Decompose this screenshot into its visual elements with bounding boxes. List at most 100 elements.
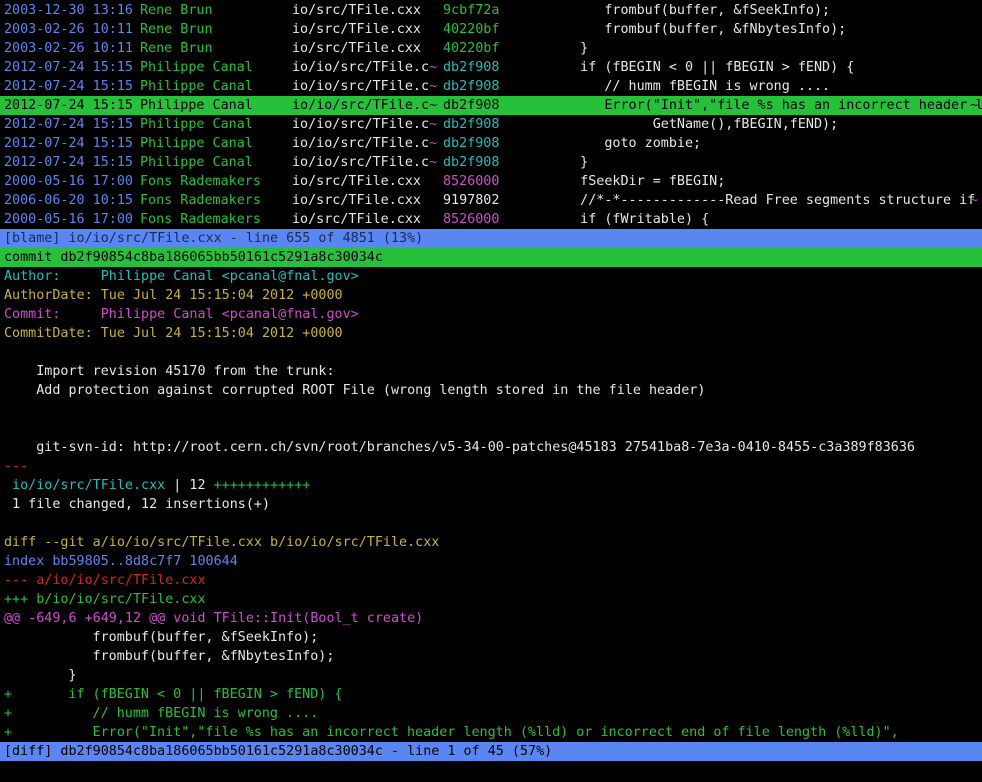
diffstat-plus: ++++++++++++ — [213, 478, 311, 493]
blame-file: io/src/TFile.cxx — [292, 191, 421, 210]
blame-hash[interactable]: 40220bf — [443, 39, 499, 58]
blame-status-bar: [blame] io/io/src/TFile.cxx - line 655 o… — [0, 229, 982, 248]
blame-hash[interactable]: 40220bf — [443, 20, 499, 39]
blame-file: io/io/src/TFile.c~ — [292, 115, 437, 134]
blame-row[interactable]: 2012-07-24 15:15 Philippe Canal io/io/src/… — [0, 134, 982, 153]
blame-date: 2012-07-24 15:15 — [4, 60, 133, 75]
diff-header-text: diff --git a/io/io/src/TFile.cxx b/io/io… — [4, 535, 440, 550]
blame-row[interactable]: 2000-05-16 17:00 Fons Rademakers io/src/TF… — [0, 210, 982, 229]
blame-date: 2000-05-16 17:00 — [4, 212, 133, 227]
blame-hash[interactable]: db2f908 — [443, 77, 499, 96]
diffstat-line[interactable]: io/io/src/TFile.cxx | 12 ++++++++++++ — [0, 476, 982, 495]
blame-author: Rene Brun — [140, 41, 213, 56]
blame-file: io/io/src/TFile.c~ — [292, 134, 437, 153]
commit-message-text-1: Import revision 45170 from the trunk: — [4, 364, 335, 379]
blame-author: Rene Brun — [140, 3, 213, 18]
diff-header-line[interactable]: diff --git a/io/io/src/TFile.cxx b/io/io… — [0, 533, 982, 552]
authordate-line: AuthorDate: Tue Jul 24 15:15:04 2012 +00… — [0, 286, 982, 305]
blame-file-name: io/src/TFile.cxx — [292, 41, 421, 56]
commitdate-line: CommitDate: Tue Jul 24 15:15:04 2012 +00… — [0, 324, 982, 343]
blame-row[interactable]: 2000-05-16 17:00 Fons Rademakers io/src/TF… — [0, 172, 982, 191]
diff-prefix — [4, 666, 12, 685]
diffstat-count: | 12 — [165, 478, 214, 493]
blame-row[interactable]: 2003-12-30 13:16 Rene Brun io/src/TFile.cx… — [0, 1, 982, 20]
blame-date: 2012-07-24 15:15 — [4, 98, 133, 113]
author-label: Author: — [4, 269, 101, 284]
diff-index-line: index bb59805..8d8c7f7 100644 — [0, 552, 982, 571]
blame-date: 2012-07-24 15:15 — [4, 136, 133, 151]
blame-hash[interactable]: db2f908 — [443, 58, 499, 77]
blame-row[interactable]: 2003-02-26 10:11 Rene Brun io/src/TFile.cx… — [0, 39, 982, 58]
blame-hash[interactable]: db2f908 — [443, 115, 499, 134]
blame-row[interactable]: 2003-02-26 10:11 Rene Brun io/src/TFile.cx… — [0, 20, 982, 39]
blame-date: 2006-06-20 10:15 — [4, 193, 133, 208]
blame-hash[interactable]: 8526000 — [443, 210, 499, 229]
blame-file-name: io/src/TFile.cxx — [292, 22, 421, 37]
commit-committer-line: Commit: Philippe Canal <pcanal@fnal.gov> — [0, 305, 982, 324]
blame-code: goto zombie; — [556, 136, 702, 151]
blame-date: 2012-07-24 15:15 — [4, 79, 133, 94]
blame-row[interactable]: 2012-07-24 15:15 Philippe Canal io/io/src/… — [0, 58, 982, 77]
blame-file-name: io/src/TFile.cxx — [292, 174, 421, 189]
diff-prefix: + — [4, 687, 13, 702]
blame-date: 2000-05-16 17:00 — [4, 174, 133, 189]
blame-hash[interactable]: db2f908 — [443, 134, 499, 153]
blame-hash[interactable]: 9cbf72a — [443, 1, 499, 20]
blame-file-name: io/src/TFile.cxx — [292, 3, 421, 18]
diff-prefix: + — [4, 725, 13, 740]
blame-file: io/src/TFile.cxx — [292, 39, 421, 58]
authordate-label: AuthorDate: — [4, 288, 101, 303]
blame-code: Error("Init","file %s has an incorrect h… — [556, 98, 982, 113]
blame-file-name: io/io/src/TFile.c — [292, 60, 430, 75]
commit-label: Commit: — [4, 307, 101, 322]
diff-text: // humm fBEGIN is wrong .... — [20, 706, 319, 721]
diffstat-summary-text: 1 file changed, 12 insertions(+) — [4, 497, 271, 512]
diff-text: frombuf(buffer, &fSeekInfo); — [20, 630, 319, 645]
separator-text: --- — [4, 459, 29, 474]
diff-prefix: + — [4, 706, 13, 721]
blame-file-name: io/src/TFile.cxx — [292, 212, 421, 227]
git-svn-id-text: git-svn-id: http://root.cern.ch/svn/root… — [4, 440, 915, 455]
diff-status-text: [diff] db2f90854c8ba186065bb50161c5291a8… — [4, 744, 553, 759]
commit-message-text-2: Add protection against corrupted ROOT Fi… — [4, 383, 706, 398]
diff-text: } — [20, 668, 77, 683]
blame-code: frombuf(buffer, &fNbytesInfo); — [556, 22, 847, 37]
blame-code: GetName(),fBEGIN,fEND); — [556, 117, 839, 132]
diff-index-text: index bb59805..8d8c7f7 100644 — [4, 554, 238, 569]
blame-row[interactable]: 2006-06-20 10:15 Fons Rademakers io/src/TF… — [0, 191, 982, 210]
authordate-value: Tue Jul 24 15:15:04 2012 +0000 — [100, 288, 343, 303]
blame-hash[interactable]: 8526000 — [443, 172, 499, 191]
diff-line: + if (fBEGIN < 0 || fBEGIN > fEND) { — [0, 685, 982, 704]
blame-code: fSeekDir = fBEGIN; — [556, 174, 726, 189]
blame-hash[interactable]: db2f908 — [443, 153, 499, 172]
blame-status-text: [blame] io/io/src/TFile.cxx - line 655 o… — [4, 231, 424, 246]
hunk-header-line[interactable]: @@ -649,6 +649,12 @@ void TFile::Init(Bo… — [0, 609, 982, 628]
blame-row[interactable]: 2012-07-24 15:15 Philippe Canal io/io/src/… — [0, 115, 982, 134]
diff-line: + Error("Init","file %s has an incorrect… — [0, 723, 982, 742]
line-overflow-marker: ~ — [969, 98, 978, 113]
git-svn-id-line: git-svn-id: http://root.cern.ch/svn/root… — [0, 438, 982, 457]
commit-hash-text: commit db2f90854c8ba186065bb50161c5291a8… — [4, 250, 383, 265]
diff-line: + // humm fBEGIN is wrong .... — [0, 704, 982, 723]
diff-minus-file-text: --- a/io/io/src/TFile.cxx — [4, 573, 206, 588]
diff-line: frombuf(buffer, &fNbytesInfo); — [0, 647, 982, 666]
separator-line: --- — [0, 457, 982, 476]
blame-author: Philippe Canal — [140, 117, 253, 132]
diffstat-summary-line: 1 file changed, 12 insertions(+) — [0, 495, 982, 514]
blame-file: io/src/TFile.cxx — [292, 210, 421, 229]
blame-file-name: io/io/src/TFile.c — [292, 117, 430, 132]
line-overflow-marker: ~ — [969, 193, 978, 208]
blame-code: } — [556, 41, 589, 56]
blame-hash[interactable]: 9197802 — [443, 191, 499, 210]
blame-author: Fons Rademakers — [140, 193, 261, 208]
diffstat-file[interactable]: io/io/src/TFile.cxx — [4, 478, 165, 493]
commitdate-value: Tue Jul 24 15:15:04 2012 +0000 — [100, 326, 343, 341]
commit-line[interactable]: commit db2f90854c8ba186065bb50161c5291a8… — [0, 248, 982, 267]
blame-row-selected[interactable]: 2012-07-24 15:15 Philippe Canal io/io/src/… — [0, 96, 982, 115]
diff-text: frombuf(buffer, &fNbytesInfo); — [20, 649, 335, 664]
blame-code: if (fBEGIN < 0 || fBEGIN > fEND) { — [556, 60, 855, 75]
diff-line: frombuf(buffer, &fSeekInfo); — [0, 628, 982, 647]
blame-hash[interactable]: db2f908 — [443, 96, 499, 115]
blame-row[interactable]: 2012-07-24 15:15 Philippe Canal io/io/src/… — [0, 153, 982, 172]
blame-row[interactable]: 2012-07-24 15:15 Philippe Canal io/io/src/… — [0, 77, 982, 96]
